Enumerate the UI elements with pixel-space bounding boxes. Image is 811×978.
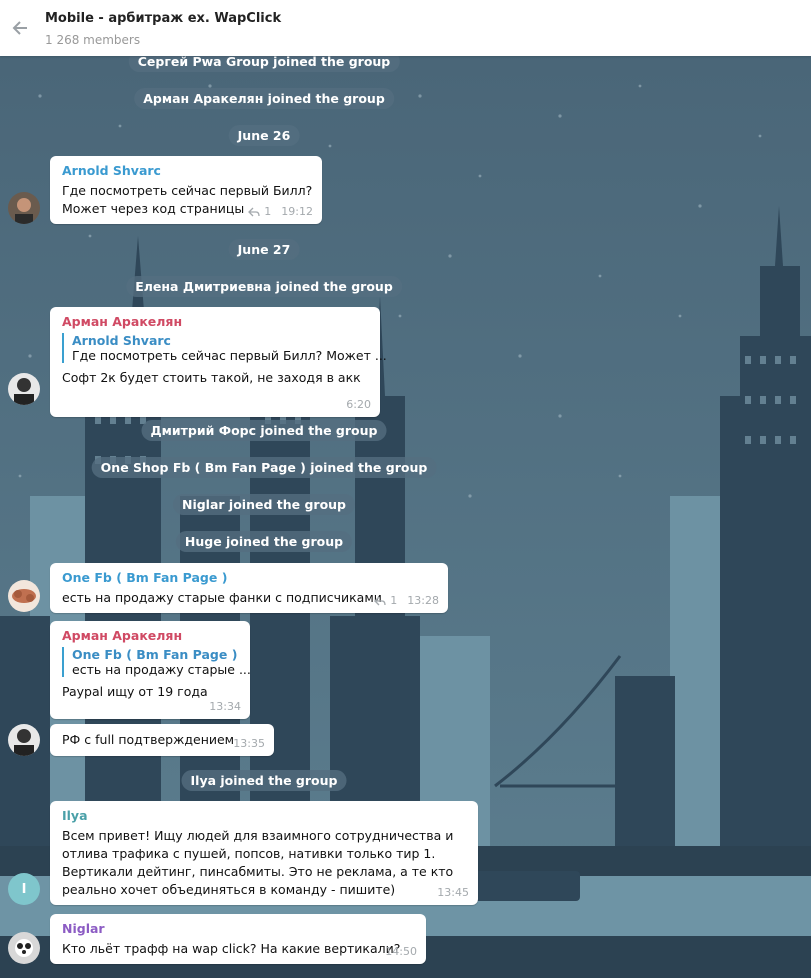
message-bubble[interactable]: Arnold Shvarc Где посмотреть сейчас перв… (50, 156, 322, 224)
service-message: Niglar joined the group (172, 494, 356, 515)
message-bubble[interactable]: Арман Аракелян One Fb ( Bm Fan Page ) ес… (50, 621, 251, 719)
message-text: Paypal ищу от 19 года (62, 684, 208, 699)
message-author[interactable]: Niglar (62, 921, 414, 936)
message-meta: 13:34 (209, 700, 241, 713)
chat-title[interactable]: Mobile - арбитраж ex. WapClick (45, 11, 281, 26)
service-message: Елена Дмитриевна joined the group (126, 276, 402, 297)
message-author[interactable]: Ilya (62, 808, 466, 823)
message-meta: 1 19:12 (248, 205, 313, 218)
message-meta: 13:35 (233, 737, 265, 750)
avatar[interactable] (8, 932, 40, 964)
service-message: Ilya joined the group (181, 770, 347, 791)
message-author[interactable]: One Fb ( Bm Fan Page ) (62, 570, 436, 585)
reply-icon (374, 596, 386, 605)
message-bubble[interactable]: РФ с full подтверждением 13:35 (50, 724, 274, 756)
message-list[interactable]: Сергей Pwa Group joined the group Арман … (0, 56, 811, 978)
service-message: Арман Аракелян joined the group (134, 88, 394, 109)
reply-count[interactable]: 1 (264, 205, 271, 218)
message-text: Софт 2к будет стоить такой, не заходя в … (62, 370, 361, 385)
service-message: Дмитрий Форс joined the group (141, 420, 387, 441)
message-bubble[interactable]: Арман Аракелян Arnold Shvarc Где посмотр… (50, 307, 387, 417)
message-text: РФ с full подтверждением (62, 732, 235, 747)
reply-text: есть на продажу старые ... (72, 662, 251, 677)
avatar[interactable]: I (8, 873, 40, 905)
message-text: реально хочет объединяться в команду - п… (62, 882, 396, 897)
message-author[interactable]: Арман Аракелян (62, 314, 368, 329)
reply-text: Где посмотреть сейчас первый Билл? Может… (72, 348, 387, 363)
reply-quote[interactable]: Arnold Shvarc Где посмотреть сейчас перв… (62, 333, 387, 363)
reply-author: One Fb ( Bm Fan Page ) (72, 647, 238, 662)
avatar-letter: I (21, 881, 27, 897)
message-bubble[interactable]: One Fb ( Bm Fan Page ) есть на продажу с… (50, 563, 448, 613)
reply-icon (248, 207, 260, 216)
date-separator: June 26 (228, 125, 300, 146)
avatar[interactable] (8, 373, 40, 405)
reply-quote[interactable]: One Fb ( Bm Fan Page ) есть на продажу с… (62, 647, 251, 677)
avatar[interactable] (8, 724, 40, 756)
reply-author: Arnold Shvarc (72, 333, 171, 348)
message-text: Где посмотреть сейчас первый Билл? (62, 183, 313, 198)
message-text: отлива трафика с пушей, попсов, нативки … (62, 846, 436, 861)
message-meta: 13:45 (437, 886, 469, 899)
back-arrow-icon (12, 21, 27, 35)
message-text: Всем привет! Ищу людей для взаимного сот… (62, 828, 454, 843)
chat-header: Mobile - арбитраж ex. WapClick 1 268 mem… (0, 0, 811, 56)
message-author[interactable]: Арман Аракелян (62, 628, 238, 643)
message-bubble[interactable]: Niglar Кто льёт трафф на wap click? На к… (50, 914, 426, 964)
service-message: Сергей Pwa Group joined the group (128, 56, 400, 72)
member-count[interactable]: 1 268 members (45, 33, 140, 47)
message-author[interactable]: Arnold Shvarc (62, 163, 310, 178)
message-time: 13:28 (407, 594, 439, 607)
back-button[interactable] (8, 16, 32, 40)
message-time: 13:45 (437, 886, 469, 899)
message-time: 14:50 (385, 945, 417, 958)
avatar[interactable] (8, 192, 40, 224)
message-time: 13:35 (233, 737, 265, 750)
message-text: Кто льёт трафф на wap click? На какие ве… (62, 941, 401, 956)
service-message: Huge joined the group (175, 531, 353, 552)
message-meta: 1 13:28 (374, 594, 439, 607)
message-time: 6:20 (346, 398, 371, 411)
message-time: 19:12 (281, 205, 313, 218)
service-message: One Shop Fb ( Bm Fan Page ) joined the g… (91, 457, 437, 478)
date-separator: June 27 (228, 239, 300, 260)
reply-count[interactable]: 1 (390, 594, 397, 607)
message-time: 13:34 (209, 700, 241, 713)
message-text: Вертикали дейтинг, пинсабмиты. Это не ре… (62, 864, 454, 879)
message-meta: 6:20 (346, 398, 371, 411)
message-meta: 14:50 (385, 945, 417, 958)
avatar[interactable] (8, 580, 40, 612)
message-bubble[interactable]: Ilya Всем привет! Ищу людей для взаимног… (50, 801, 478, 905)
